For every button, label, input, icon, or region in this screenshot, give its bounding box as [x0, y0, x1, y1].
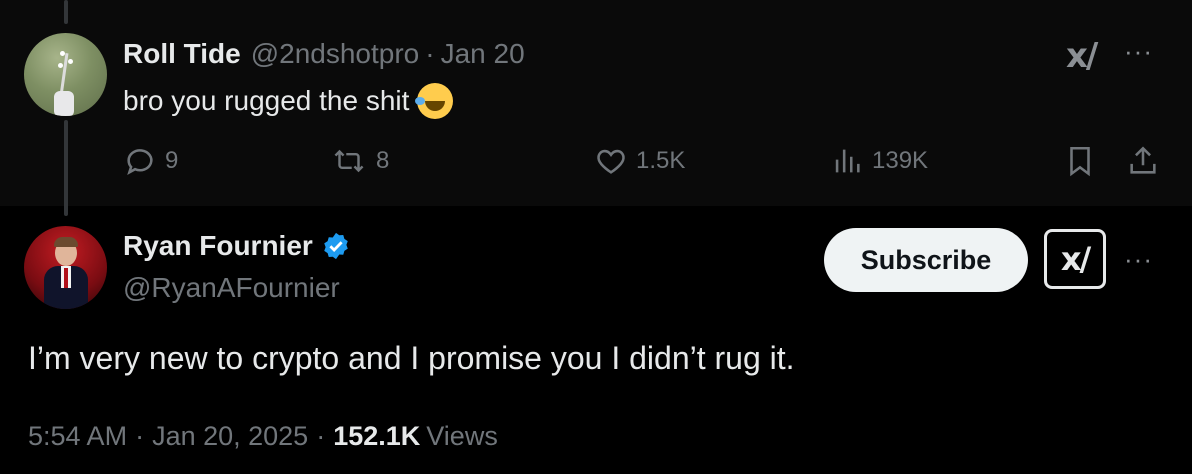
main-tweet-text: I’m very new to crypto and I promise you… [28, 340, 795, 376]
main-avatar[interactable] [24, 226, 107, 309]
bookmark-icon [1070, 146, 1090, 177]
reply-count: 9 [165, 147, 179, 174]
grok-button[interactable]: x/ [1044, 229, 1106, 289]
verified-badge-icon[interactable] [321, 231, 351, 261]
tweet-meta: 5:54 AM · Jan 20, 2025 · 152.1K Views [28, 421, 498, 452]
like-button[interactable]: 1.5K [594, 144, 685, 178]
reply-text-content: bro you rugged the shit [123, 85, 410, 116]
more-options-icon[interactable]: ··· [1124, 36, 1153, 67]
comment-icon [127, 149, 153, 175]
reply-action-bar: 9 8 1.5K 139K [0, 144, 1192, 184]
grok-icon: x/ [1060, 240, 1091, 278]
reply-author-name[interactable]: Roll Tide [123, 38, 241, 70]
share-button[interactable] [1126, 144, 1168, 178]
meta-separator: · [135, 421, 145, 451]
tweet-views-label: Views [426, 421, 498, 451]
main-author-name[interactable]: Ryan Fournier [123, 230, 313, 262]
tweet-date[interactable]: Jan 20, 2025 [152, 421, 308, 452]
like-count: 1.5K [636, 147, 686, 174]
thread-line-top [64, 0, 68, 24]
heart-icon [597, 149, 625, 174]
analytics-icon [835, 149, 860, 173]
reply-tweet[interactable]: Roll Tide @2ndshotpro · Jan 20 x/ ··· br… [0, 0, 1192, 216]
main-author-handle[interactable]: @RyanAFournier [123, 272, 340, 304]
reply-header: Roll Tide @2ndshotpro · Jan 20 [123, 38, 525, 70]
reply-separator: · [425, 38, 435, 69]
reply-avatar[interactable] [24, 33, 107, 116]
reply-date[interactable]: Jan 20 [441, 38, 525, 70]
repost-button[interactable]: 8 [330, 144, 389, 178]
reply-text: bro you rugged the shit [123, 83, 454, 119]
tweet-time[interactable]: 5:54 AM [28, 421, 127, 452]
main-author-name-row: Ryan Fournier [123, 230, 351, 262]
share-icon [1130, 146, 1156, 174]
views-count: 139K [872, 147, 929, 174]
reply-author-handle[interactable]: @2ndshotpro [251, 38, 420, 70]
more-options-icon[interactable]: ··· [1124, 244, 1153, 275]
bookmark-button[interactable] [1063, 144, 1105, 178]
rolling-laughing-emoji-icon [415, 83, 454, 119]
reply-button[interactable]: 9 [123, 144, 178, 178]
repost-count: 8 [376, 147, 390, 174]
tweet-views-count: 152.1K [333, 421, 421, 451]
grok-icon[interactable]: x/ [1066, 36, 1098, 76]
meta-separator: · [316, 421, 326, 451]
views-button[interactable]: 139K [830, 144, 928, 178]
subscribe-button[interactable]: Subscribe [824, 228, 1028, 292]
repost-icon [334, 149, 364, 173]
